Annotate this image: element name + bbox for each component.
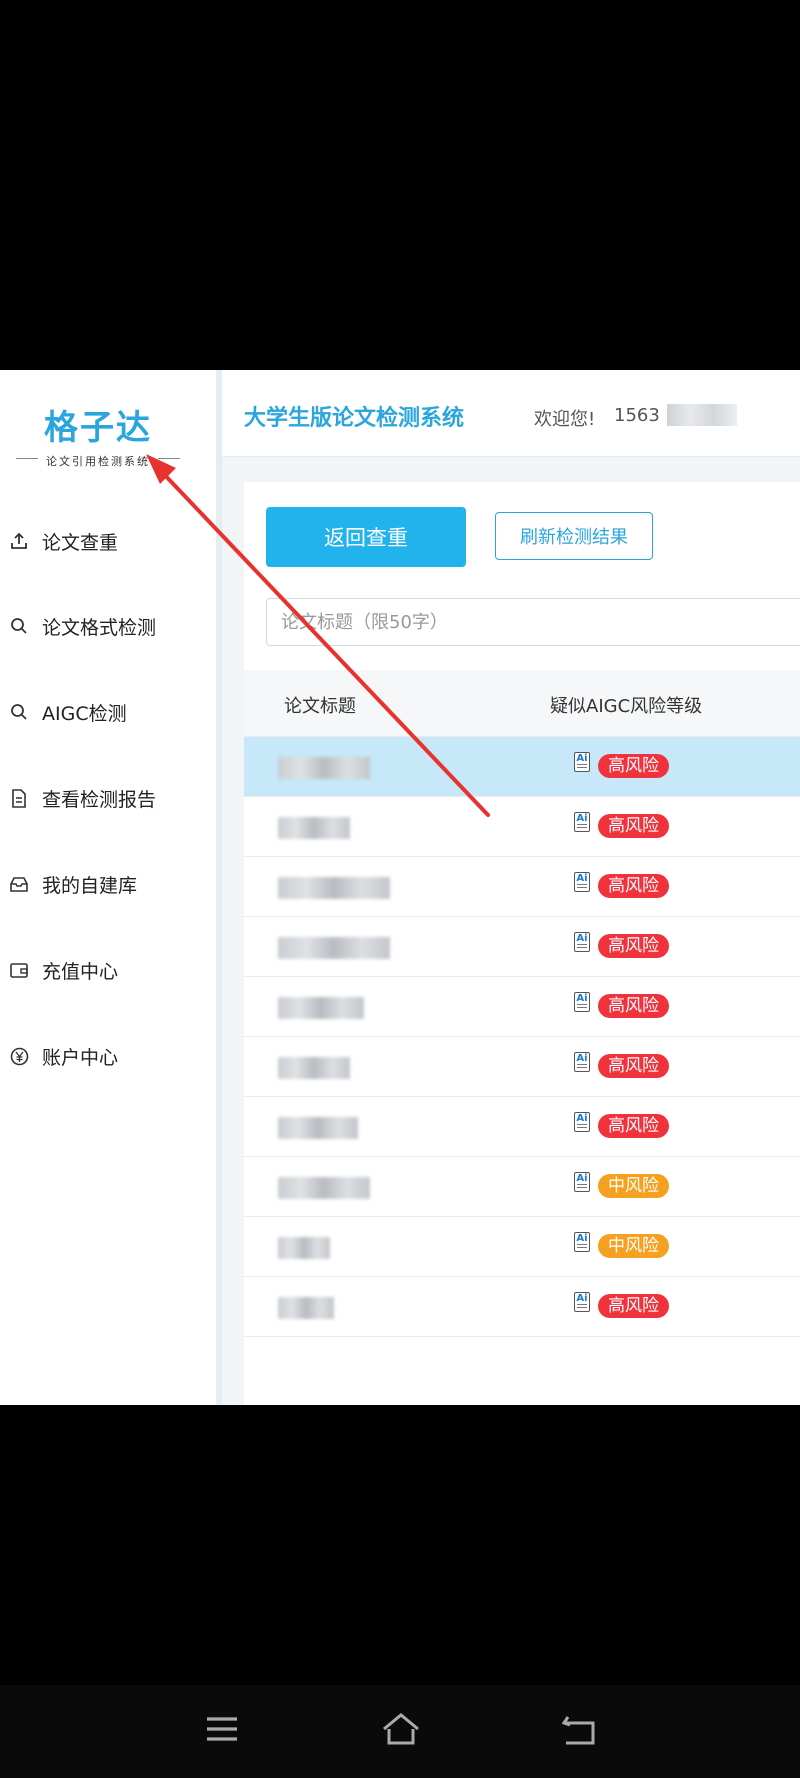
system-navigation-bar — [0, 1685, 800, 1778]
app-screen: 格子达 论文引用检测系统 论文查重 论文格式检测 AIGC检测 查看检测报告 我… — [0, 370, 800, 1405]
back-icon[interactable] — [560, 1711, 598, 1751]
home-icon[interactable] — [380, 1711, 422, 1751]
annotation-arrow — [146, 454, 490, 817]
menu-icon[interactable] — [204, 1711, 240, 1751]
